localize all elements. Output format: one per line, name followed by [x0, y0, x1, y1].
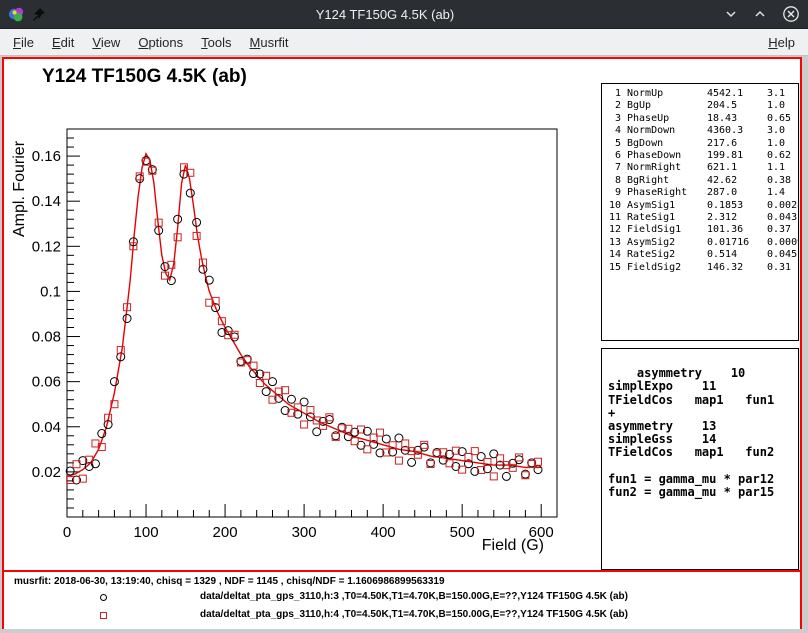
param-row: 12FieldSig1101.360.37: [607, 224, 798, 236]
svg-text:0.04: 0.04: [32, 419, 61, 436]
chart-layer: 0 100 200 300 400 500 600 0.02 0.04 0.06 0.08 0.1 0.…: [32, 129, 557, 541]
legend-row: data/deltat_pta_gps_3110,h:4 ,T0=4.50K,T…: [4, 608, 800, 626]
theory-box: asymmetry 10 simplExpo 11 TFieldCos map1…: [601, 348, 799, 570]
menu-item-edit[interactable]: Edit: [43, 30, 83, 55]
theory-text: asymmetry 10 simplExpo 11 TFieldCos map1…: [608, 366, 774, 499]
pin-icon[interactable]: [32, 7, 46, 22]
svg-text:0.06: 0.06: [32, 374, 61, 391]
y-axis-title: Ampl. Fourier: [11, 140, 28, 237]
menu-items: FileEditViewOptionsToolsMusrfit: [4, 29, 298, 55]
menu-item-tools[interactable]: Tools: [192, 30, 240, 55]
titlebar-icons: [8, 6, 46, 23]
legend-text: data/deltat_pta_gps_3110,h:3 ,T0=4.50K,T…: [200, 591, 628, 602]
menubar: FileEditViewOptionsToolsMusrfit Help: [0, 29, 808, 56]
fit-stats-line: musrfit: 2018-06-30, 13:19:40, chisq = 1…: [14, 576, 445, 587]
svg-text:300: 300: [292, 524, 317, 541]
param-row: 8BgRight42.620.38: [607, 175, 798, 187]
svg-text:0.08: 0.08: [32, 329, 61, 346]
menu-item-view[interactable]: View: [83, 30, 129, 55]
svg-text:400: 400: [371, 524, 396, 541]
titlebar: Y124 TF150G 4.5K (ab): [0, 0, 808, 29]
plot-area[interactable]: Y124 TF150G 4.5K (ab) Ampl. Fourier Fiel…: [4, 59, 602, 571]
param-row: 14RateSig20.5140.045: [607, 249, 798, 261]
param-row: 1NormUp4542.13.1: [607, 88, 798, 100]
svg-text:500: 500: [450, 524, 475, 541]
svg-text:0: 0: [63, 524, 71, 541]
app-icon[interactable]: [8, 6, 25, 23]
menu-item-musrfit[interactable]: Musrfit: [241, 30, 298, 55]
legend-row: data/deltat_pta_gps_3110,h:3 ,T0=4.50K,T…: [4, 590, 800, 608]
close-button[interactable]: [782, 5, 800, 23]
maximize-button[interactable]: [753, 7, 767, 21]
menu-item-help[interactable]: Help: [759, 30, 804, 55]
param-row: 10AsymSig10.18530.0028: [607, 200, 798, 212]
svg-text:100: 100: [134, 524, 159, 541]
param-row: 4NormDown4360.33.0: [607, 125, 798, 137]
param-row: 3PhaseUp18.430.65: [607, 113, 798, 125]
param-row: 13AsymSig20.017160.00098: [607, 237, 798, 249]
param-row: 15FieldSig2146.320.31: [607, 262, 798, 274]
circle-marker-icon: [100, 594, 107, 601]
param-row: 2BgUp204.51.0: [607, 100, 798, 112]
svg-text:600: 600: [529, 524, 554, 541]
svg-text:0.02: 0.02: [32, 464, 61, 481]
param-row: 9PhaseRight287.01.4: [607, 187, 798, 199]
minimize-button[interactable]: [724, 7, 738, 21]
param-row: 11RateSig12.3120.043: [607, 212, 798, 224]
menu-item-options[interactable]: Options: [129, 30, 192, 55]
plot-title: Y124 TF150G 4.5K (ab): [42, 66, 247, 87]
window-controls: [724, 5, 800, 23]
menu-item-file[interactable]: File: [4, 30, 43, 55]
param-row: 7NormRight621.11.1: [607, 162, 798, 174]
param-rows: 1NormUp4542.13.12BgUp204.51.03PhaseUp18.…: [607, 88, 798, 274]
info-pad: musrfit: 2018-06-30, 13:19:40, chisq = 1…: [4, 570, 800, 629]
param-row: 5BgDown217.61.0: [607, 138, 798, 150]
svg-text:0.12: 0.12: [32, 238, 61, 255]
square-marker-icon: [100, 612, 107, 619]
param-row: 6PhaseDown199.810.62: [607, 150, 798, 162]
svg-text:200: 200: [213, 524, 238, 541]
svg-text:0.1: 0.1: [40, 283, 61, 300]
legend-text: data/deltat_pta_gps_3110,h:4 ,T0=4.50K,T…: [200, 609, 628, 620]
svg-text:0.16: 0.16: [32, 148, 61, 165]
svg-text:0.14: 0.14: [32, 193, 61, 210]
root-canvas[interactable]: Y124 TF150G 4.5K (ab) Ampl. Fourier Fiel…: [2, 57, 802, 629]
fit-parameter-box: 1NormUp4542.13.12BgUp204.51.03PhaseUp18.…: [601, 83, 799, 341]
window-title: Y124 TF150G 4.5K (ab): [46, 7, 724, 22]
